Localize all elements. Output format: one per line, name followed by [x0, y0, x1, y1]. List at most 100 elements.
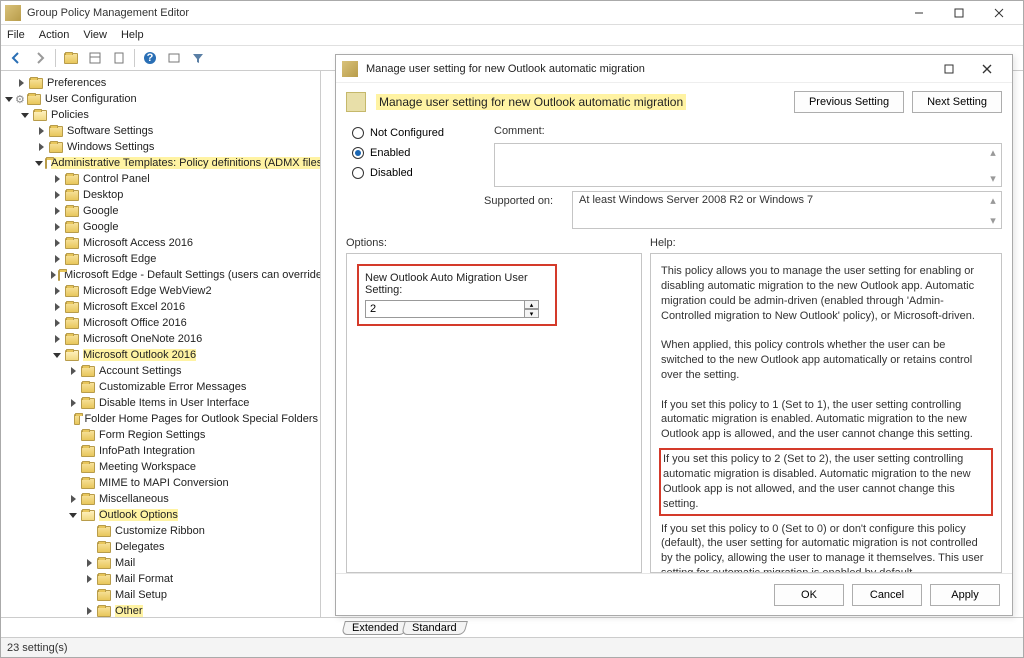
tree-ms-office[interactable]: Microsoft Office 2016	[49, 315, 320, 331]
radio-enabled[interactable]: Enabled	[352, 147, 482, 159]
chevron-right-icon[interactable]	[51, 301, 63, 313]
menu-file[interactable]: File	[7, 29, 25, 41]
menu-help[interactable]: Help	[121, 29, 144, 41]
next-setting-button[interactable]: Next Setting	[912, 91, 1002, 113]
chevron-right-icon[interactable]	[67, 397, 79, 409]
tree-google-2[interactable]: Google	[49, 219, 320, 235]
option-value-input[interactable]	[365, 300, 525, 318]
chevron-right-icon[interactable]	[51, 237, 63, 249]
tree-software-settings[interactable]: Software Settings	[33, 123, 320, 139]
spinner-up-icon[interactable]: ▴	[525, 300, 539, 309]
ok-button[interactable]: OK	[774, 584, 844, 606]
help-icon[interactable]: ?	[139, 48, 161, 68]
tree-control-panel[interactable]: Control Panel	[49, 171, 320, 187]
chevron-right-icon[interactable]	[67, 493, 79, 505]
option-spinner[interactable]: ▴▾	[365, 300, 549, 318]
tree-customize-ribbon[interactable]: Customize Ribbon	[81, 523, 320, 539]
back-button[interactable]	[5, 48, 27, 68]
dialog-close-button[interactable]	[968, 57, 1006, 81]
chevron-right-icon[interactable]	[51, 285, 63, 297]
folder-icon	[65, 318, 79, 329]
menu-view[interactable]: View	[83, 29, 107, 41]
close-button[interactable]	[979, 2, 1019, 24]
chevron-right-icon[interactable]	[51, 221, 63, 233]
chevron-down-icon[interactable]	[51, 349, 63, 361]
chevron-down-icon[interactable]	[19, 109, 31, 121]
tree-ms-edge-default[interactable]: Microsoft Edge - Default Settings (users…	[49, 267, 320, 283]
tree-folder-home-pages[interactable]: Folder Home Pages for Outlook Special Fo…	[65, 411, 320, 427]
maximize-button[interactable]	[939, 2, 979, 24]
chevron-right-icon[interactable]	[51, 189, 63, 201]
tree-mail-format[interactable]: Mail Format	[81, 571, 320, 587]
tree-ms-onenote[interactable]: Microsoft OneNote 2016	[49, 331, 320, 347]
radio-not-configured[interactable]: Not Configured	[352, 127, 482, 139]
chevron-right-icon[interactable]	[35, 141, 47, 153]
chevron-right-icon[interactable]	[35, 125, 47, 137]
folder-icon	[27, 94, 41, 105]
scroll-down-icon[interactable]: ▾	[987, 172, 999, 184]
chevron-right-icon[interactable]	[67, 365, 79, 377]
tree-ms-edge-webview[interactable]: Microsoft Edge WebView2	[49, 283, 320, 299]
up-button[interactable]	[60, 48, 82, 68]
chevron-right-icon[interactable]	[83, 573, 95, 585]
tree-google[interactable]: Google	[49, 203, 320, 219]
tree-desktop[interactable]: Desktop	[49, 187, 320, 203]
radio-disabled[interactable]: Disabled	[352, 167, 482, 179]
tree-miscellaneous[interactable]: Miscellaneous	[65, 491, 320, 507]
chevron-right-icon[interactable]	[83, 605, 95, 617]
tree-ms-access[interactable]: Microsoft Access 2016	[49, 235, 320, 251]
forward-button[interactable]	[29, 48, 51, 68]
tree-other[interactable]: Other	[81, 603, 320, 617]
folder-icon	[97, 590, 111, 601]
tree-meeting-workspace[interactable]: Meeting Workspace	[65, 459, 320, 475]
tree-custom-errors[interactable]: Customizable Error Messages	[65, 379, 320, 395]
chevron-right-icon[interactable]	[51, 173, 63, 185]
tree-disable-ui[interactable]: Disable Items in User Interface	[65, 395, 320, 411]
minimize-button[interactable]	[899, 2, 939, 24]
previous-setting-button[interactable]: Previous Setting	[794, 91, 904, 113]
tree-ms-edge[interactable]: Microsoft Edge	[49, 251, 320, 267]
chevron-down-icon[interactable]	[67, 509, 79, 521]
spinner-down-icon[interactable]: ▾	[525, 309, 539, 318]
tab-standard[interactable]: Standard	[402, 621, 468, 635]
tree-preferences[interactable]: Preferences	[1, 75, 320, 91]
help-panel[interactable]: This policy allows you to manage the use…	[650, 253, 1002, 573]
menu-action[interactable]: Action	[39, 29, 70, 41]
dialog-maximize-button[interactable]	[930, 57, 968, 81]
comment-textarea[interactable]: ▴▾	[494, 143, 1002, 187]
tree-account-settings[interactable]: Account Settings	[65, 363, 320, 379]
chevron-right-icon[interactable]	[15, 77, 27, 89]
tree-mime[interactable]: MIME to MAPI Conversion	[65, 475, 320, 491]
chevron-down-icon[interactable]	[35, 157, 43, 169]
tab-extended[interactable]: Extended	[341, 621, 409, 635]
tree-mail-setup[interactable]: Mail Setup	[81, 587, 320, 603]
tree-outlook-options[interactable]: Outlook Options	[65, 507, 320, 523]
tree-mail[interactable]: Mail	[81, 555, 320, 571]
chevron-down-icon[interactable]	[3, 93, 15, 105]
tree-ms-excel[interactable]: Microsoft Excel 2016	[49, 299, 320, 315]
export-button[interactable]	[163, 48, 185, 68]
tree-infopath[interactable]: InfoPath Integration	[65, 443, 320, 459]
chevron-right-icon[interactable]	[51, 269, 56, 281]
chevron-right-icon[interactable]	[51, 205, 63, 217]
tree-policies[interactable]: Policies	[17, 107, 320, 123]
tree-user-configuration[interactable]: ⚙User Configuration	[1, 91, 320, 107]
cancel-button[interactable]: Cancel	[852, 584, 922, 606]
show-hide-button[interactable]	[84, 48, 106, 68]
apply-button[interactable]: Apply	[930, 584, 1000, 606]
chevron-right-icon[interactable]	[51, 253, 63, 265]
properties-button[interactable]	[108, 48, 130, 68]
filter-icon[interactable]	[187, 48, 209, 68]
tree-admin-templates[interactable]: Administrative Templates: Policy definit…	[33, 155, 320, 171]
tree-pane[interactable]: Preferences ⚙User Configuration Policies…	[1, 71, 321, 617]
scroll-up-icon[interactable]: ▴	[987, 146, 999, 158]
chevron-right-icon[interactable]	[51, 333, 63, 345]
tree-windows-settings[interactable]: Windows Settings	[33, 139, 320, 155]
tree-ms-outlook[interactable]: Microsoft Outlook 2016	[49, 347, 320, 363]
chevron-right-icon[interactable]	[51, 317, 63, 329]
chevron-right-icon[interactable]	[83, 557, 95, 569]
scroll-down-icon[interactable]: ▾	[987, 214, 999, 226]
tree-form-region[interactable]: Form Region Settings	[65, 427, 320, 443]
scroll-up-icon[interactable]: ▴	[987, 194, 999, 206]
tree-delegates[interactable]: Delegates	[81, 539, 320, 555]
